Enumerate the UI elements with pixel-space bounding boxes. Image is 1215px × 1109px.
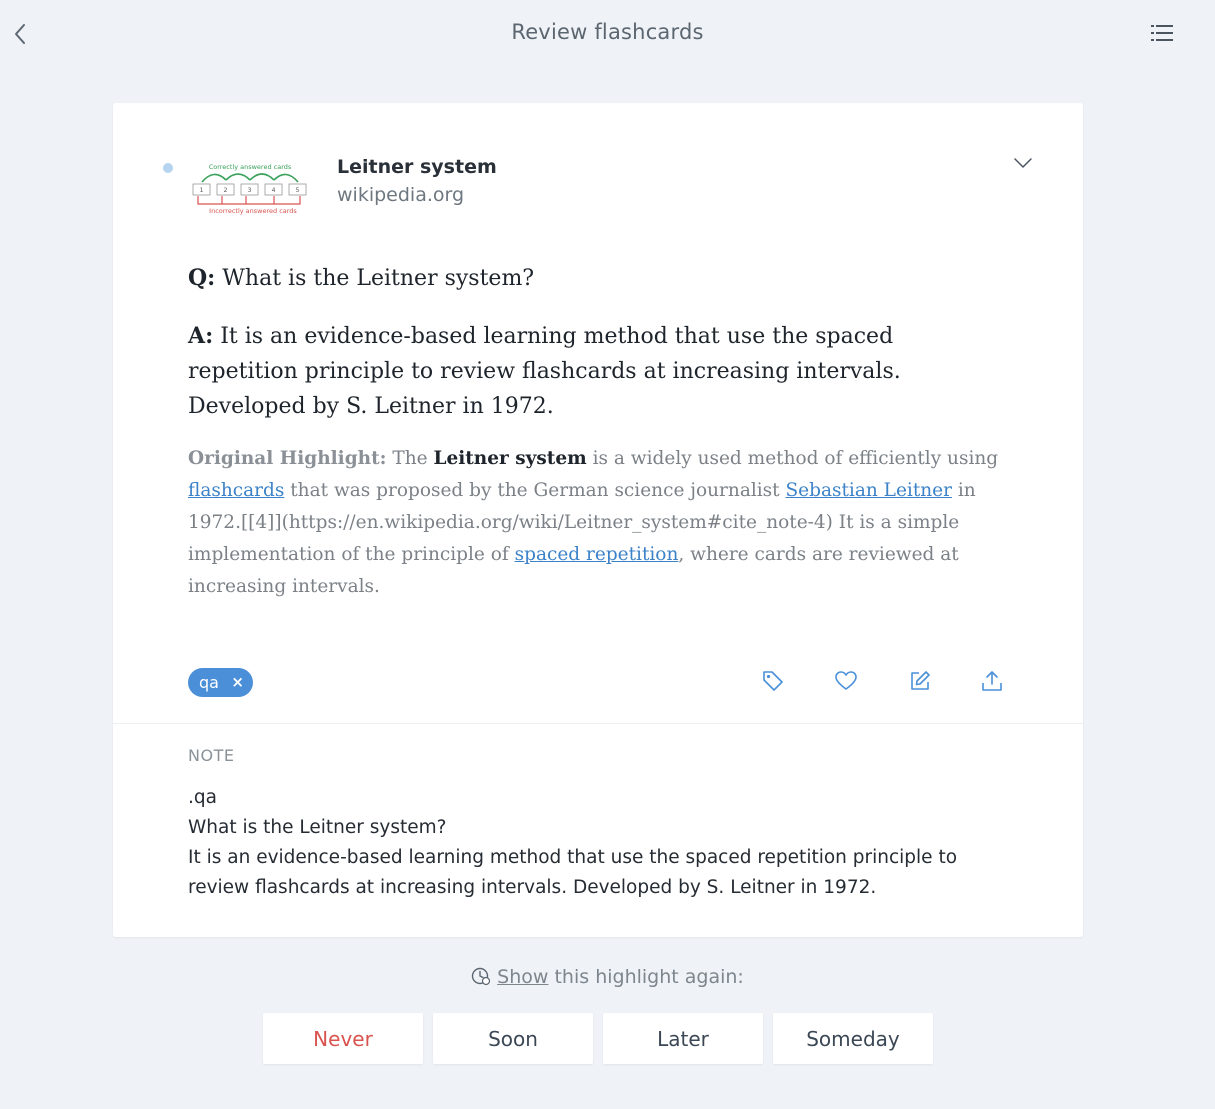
tag-button[interactable]: [761, 669, 785, 693]
source-title[interactable]: Leitner system: [337, 156, 497, 178]
answer: A: It is an evidence-based learning meth…: [188, 319, 1008, 424]
thumbnail-bottom-caption: Incorrectly answered cards: [209, 207, 297, 215]
top-bar: Review flashcards: [0, 0, 1215, 66]
thumbnail-box-1: 1: [200, 187, 204, 194]
note-body[interactable]: .qa What is the Leitner system? It is an…: [188, 783, 988, 903]
thumbnail-box-2: 2: [224, 187, 228, 194]
share-button[interactable]: [980, 669, 1004, 693]
remove-tag-icon[interactable]: ×: [231, 673, 244, 691]
someday-button[interactable]: Someday: [773, 1013, 933, 1064]
source-thumbnail: Correctly answered cards 1 2 3 4 5 Incor…: [192, 163, 307, 215]
edit-button[interactable]: [908, 669, 932, 693]
never-button[interactable]: Never: [263, 1013, 423, 1064]
divider: [113, 723, 1083, 724]
question: Q: What is the Leitner system?: [188, 265, 1008, 291]
soon-button[interactable]: Soon: [433, 1013, 593, 1064]
source-domain: wikipedia.org: [337, 184, 465, 206]
unread-dot: [163, 163, 173, 173]
thumbnail-box-3: 3: [248, 187, 252, 194]
heart-icon: [835, 671, 857, 690]
favorite-button[interactable]: [834, 669, 858, 693]
thumbnail-box-5: 5: [296, 187, 300, 194]
answer-text: It is an evidence-based learning method …: [188, 324, 901, 419]
note-line: .qa: [188, 787, 217, 808]
highlight-text: is a widely used method of efficiently u…: [592, 448, 999, 469]
note-label: NOTE: [188, 746, 235, 765]
highlight-text: The: [392, 448, 428, 469]
link-spaced-repetition[interactable]: spaced repetition: [515, 544, 679, 565]
thumbnail-top-caption: Correctly answered cards: [209, 163, 292, 171]
note-line: review flashcards at increasing interval…: [188, 877, 877, 898]
flashcard: Correctly answered cards 1 2 3 4 5 Incor…: [113, 103, 1083, 937]
original-highlight-label: Original Highlight:: [188, 448, 387, 469]
later-button[interactable]: Later: [603, 1013, 763, 1064]
answer-label: A:: [188, 323, 214, 349]
clock-icon: [471, 967, 491, 986]
question-text: What is the Leitner system?: [222, 266, 535, 291]
link-sebastian-leitner[interactable]: Sebastian Leitner: [786, 480, 952, 501]
tag-chip[interactable]: qa ×: [188, 668, 253, 697]
menu-button[interactable]: [1148, 20, 1176, 46]
share-icon: [982, 671, 1002, 691]
show-link[interactable]: Show: [497, 966, 548, 988]
page-title: Review flashcards: [511, 20, 704, 44]
question-label: Q:: [188, 265, 216, 291]
show-again-prompt: Show this highlight again:: [0, 966, 1215, 988]
list-icon: [1151, 25, 1173, 41]
note-line: It is an evidence-based learning method …: [188, 847, 958, 868]
edit-icon: [911, 671, 930, 690]
note-line: What is the Leitner system?: [188, 817, 447, 838]
highlight-text: that was proposed by the German science …: [290, 480, 780, 501]
tag-label: qa: [199, 673, 219, 692]
thumbnail-box-4: 4: [272, 187, 276, 194]
chevron-down-icon: [1014, 158, 1032, 168]
original-highlight: Original Highlight: The Leitner system i…: [188, 443, 1008, 603]
expand-button[interactable]: [1011, 151, 1035, 175]
show-again-text: this highlight again:: [554, 966, 744, 988]
highlight-bold: Leitner system: [433, 448, 587, 469]
tag-icon: [763, 671, 783, 691]
link-flashcards[interactable]: flashcards: [188, 480, 284, 501]
